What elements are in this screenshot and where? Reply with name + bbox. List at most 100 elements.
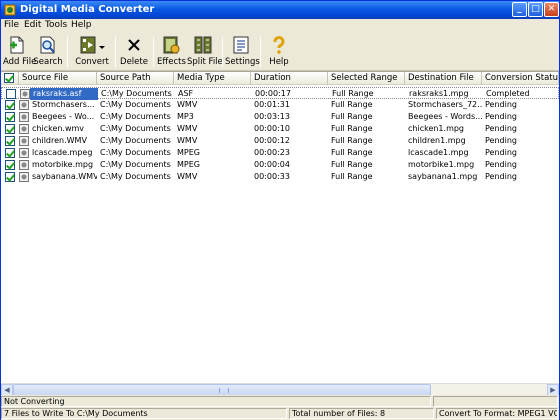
cell-duration: 00:00:10 [254, 124, 290, 133]
horizontal-scrollbar[interactable]: ◀ ▶ [1, 383, 559, 396]
cell-destination-file: lcascade1.mpg [408, 148, 469, 157]
table-row[interactable]: chicken.wmv C:\My Documents WMV 00:00:10 Ful… [1, 123, 559, 135]
header-conversion-status[interactable]: Conversion Status [482, 72, 559, 85]
toolbar-separator [153, 37, 154, 67]
table-row[interactable]: saybanana.WMV C:\My Documents WMV 00:00:33 F… [1, 171, 559, 183]
cell-destination-file: chicken1.mpg [408, 124, 465, 133]
cell-source-file: children.WMV [32, 136, 87, 145]
header-media-type[interactable]: Media Type [174, 72, 251, 85]
cell-media-type: WMV [177, 100, 198, 109]
cell-duration: 00:03:13 [254, 112, 290, 121]
header-source-path[interactable]: Source Path [97, 72, 174, 85]
cell-destination-file: Stormchasers_72... [408, 100, 482, 109]
effects-button[interactable]: Effects [157, 35, 186, 70]
table-row[interactable]: lcascade.mpeg C:\My Documents MPEG 00:00:23… [1, 147, 559, 159]
media-file-icon [19, 124, 29, 134]
convert-button[interactable]: Convert [71, 35, 113, 70]
cell-source-path: C:\My Documents [100, 124, 171, 133]
cell-destination-file: motorbike1.mpg [408, 160, 475, 169]
maximize-button[interactable]: □ [528, 2, 543, 17]
cell-selected-range: Full Range [331, 160, 373, 169]
list-header: Source File Source Path Media Type Durat… [1, 72, 559, 85]
help-icon [273, 36, 285, 54]
media-file-icon [19, 160, 29, 170]
cell-media-type: WMV [177, 172, 198, 181]
header-selected-range[interactable]: Selected Range [328, 72, 405, 85]
row-checkbox[interactable] [5, 136, 15, 146]
cell-source-file: chicken.wmv [32, 124, 85, 133]
file-list[interactable]: Source File Source Path Media Type Durat… [1, 71, 559, 384]
title-bar[interactable]: Digital Media Converter _ □ ✕ [1, 1, 559, 19]
cell-duration: 00:00:04 [254, 160, 290, 169]
menu-bar: File Edit Tools Help [1, 19, 559, 33]
header-duration[interactable]: Duration [251, 72, 328, 85]
settings-icon [233, 36, 249, 54]
cell-destination-file: children1.mpg [408, 136, 466, 145]
cell-media-type: MPEG [177, 160, 200, 169]
row-checkbox[interactable] [5, 172, 15, 182]
cell-source-path: C:\My Documents [100, 160, 171, 169]
table-row[interactable]: Stormchasers... C:\My Documents WMV 00:01:3… [1, 99, 559, 111]
toolbar: Add File Search Convert Delete Effects S… [1, 33, 559, 71]
media-file-icon [19, 136, 29, 146]
search-icon [40, 36, 55, 54]
select-all-checkbox[interactable] [4, 73, 14, 83]
menu-file[interactable]: File [4, 20, 19, 30]
cell-destination-file: Beegees - Words... [408, 112, 482, 121]
cell-status: Pending [485, 124, 517, 133]
delete-button[interactable]: Delete [119, 35, 149, 70]
cell-media-type: MPEG [177, 148, 200, 157]
row-checkbox[interactable] [5, 100, 15, 110]
delete-icon [128, 39, 140, 51]
status-pane-empty [433, 396, 558, 407]
cell-source-file: saybanana.WMV [32, 172, 97, 181]
table-row[interactable]: children.WMV C:\My Documents WMV 00:00:12 Fu… [1, 135, 559, 147]
close-button[interactable]: ✕ [544, 2, 559, 17]
menu-tools[interactable]: Tools [45, 20, 67, 30]
cell-source-path: C:\My Documents [100, 112, 171, 121]
convert-icon [80, 36, 105, 54]
search-button[interactable]: Search [33, 35, 63, 70]
media-file-icon [20, 89, 30, 99]
cell-duration: 00:00:33 [254, 172, 290, 181]
cell-source-path: C:\My Documents [100, 148, 171, 157]
scroll-grip [219, 388, 229, 393]
files-to-write-status: 7 Files to Write To C:\My Documents [1, 408, 287, 419]
cell-source-file: Stormchasers... [32, 100, 95, 109]
row-checkbox[interactable] [5, 148, 15, 158]
row-checkbox[interactable] [5, 124, 15, 134]
help-button[interactable]: Help [265, 35, 293, 70]
media-file-icon [19, 148, 29, 158]
header-source-file[interactable]: Source File [19, 72, 97, 85]
effects-icon [163, 36, 180, 54]
header-check[interactable] [1, 72, 19, 85]
table-row[interactable]: raksraks.asf C:\My Documents ASF 00:00:17 Fu… [1, 87, 559, 100]
menu-help[interactable]: Help [71, 20, 92, 30]
cell-duration: 00:00:23 [254, 148, 290, 157]
cell-selected-range: Full Range [331, 124, 373, 133]
status-bar-bottom: 7 Files to Write To C:\My Documents Tota… [1, 407, 559, 420]
total-files-status: Total number of Files: 8 [289, 408, 434, 419]
cell-selected-range: Full Range [331, 136, 373, 145]
add-file-button[interactable]: Add File [3, 35, 36, 70]
split-file-button[interactable]: Split File [187, 35, 223, 70]
app-window: Digital Media Converter _ □ ✕ File Edit … [0, 0, 560, 420]
media-file-icon [19, 172, 29, 182]
minimize-button[interactable]: _ [512, 2, 527, 17]
cell-source-path: C:\My Documents [100, 100, 171, 109]
menu-edit[interactable]: Edit [24, 20, 41, 30]
toolbar-separator [260, 37, 261, 67]
table-row[interactable]: motorbike.mpg C:\My Documents MPEG 00:00:04… [1, 159, 559, 171]
settings-button[interactable]: Settings [225, 35, 260, 70]
row-checkbox[interactable] [5, 112, 15, 122]
toolbar-separator [67, 37, 68, 67]
cell-duration: 00:00:12 [254, 136, 290, 145]
row-checkbox[interactable] [5, 160, 15, 170]
toolbar-separator [115, 37, 116, 67]
cell-media-type: WMV [177, 136, 198, 145]
row-checkbox[interactable] [6, 89, 16, 99]
table-row[interactable]: Beegees - Wo... C:\My Documents MP3 00:03:1… [1, 111, 559, 123]
cell-status: Pending [485, 148, 517, 157]
cell-media-type: MP3 [177, 112, 194, 121]
header-destination-file[interactable]: Destination File [405, 72, 482, 85]
